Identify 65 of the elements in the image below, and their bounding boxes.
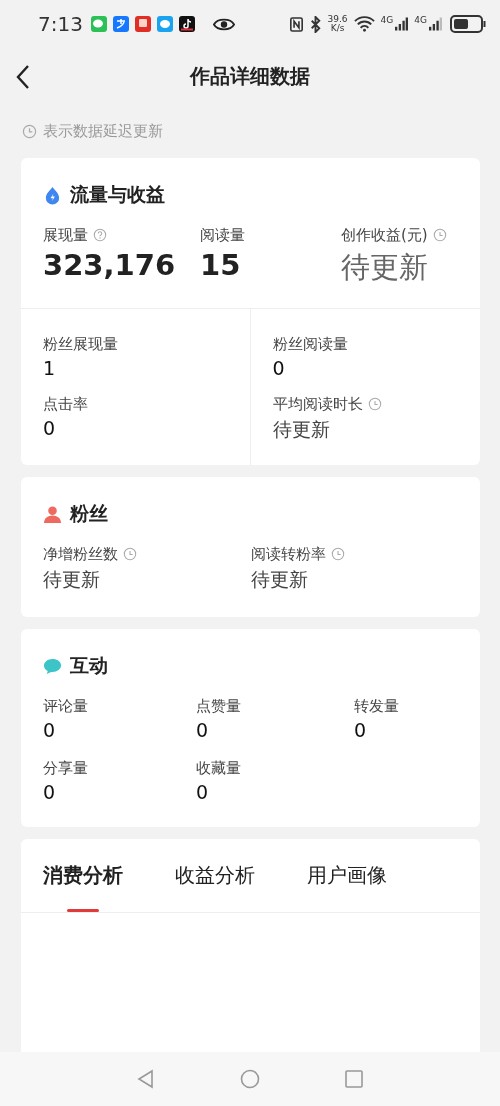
metric-label: 分享量 [43,758,88,778]
nfc-icon [289,15,303,33]
signal-icon [395,17,409,31]
analysis-tab[interactable]: 消费分析 [43,839,123,912]
network-type: 4G [414,15,427,25]
status-time: 7:13 [38,12,83,36]
section-title: 流量与收益 [70,182,165,207]
metric-label: 粉丝展现量 [43,334,118,354]
metric-label: 点击率 [43,394,88,414]
metric-label: 创作收益(元) [341,225,428,245]
metric-label: 收藏量 [196,758,241,778]
metric-label: 评论量 [43,696,88,716]
metric-label: 展现量 [43,225,88,245]
metric-label: 平均阅读时长 [272,394,363,414]
chat-app-icon [90,16,107,32]
metric-label: 阅读量 [200,225,245,245]
recents-nav-icon[interactable] [344,1069,364,1089]
signal-icon [429,17,442,31]
metric-value: 0 [43,719,57,741]
shopping-app-icon [134,16,151,32]
metric-value: 0 [354,719,368,741]
metric-label: 阅读转粉率 [250,544,326,564]
metric-label: 点赞量 [196,696,241,716]
metric-value: 15 [200,248,242,282]
metric-label: 净增粉丝数 [43,544,118,564]
metric-value: 待更新 [43,567,101,592]
section-title: 互动 [70,653,108,678]
metric-value: 待更新 [250,567,309,592]
bluetooth-icon [308,15,322,33]
speed-value: 39.6 [327,15,348,24]
speed-unit: K/s [330,24,345,33]
metric-value: 323,176 [43,248,177,282]
metric-value: 0 [196,781,210,803]
page-title: 作品详细数据 [190,62,310,90]
back-nav-icon[interactable] [136,1069,156,1089]
help-icon[interactable] [93,228,107,242]
analysis-tab[interactable]: 收益分析 [175,839,255,912]
metric-value: 0 [43,417,57,439]
person-icon [43,504,62,524]
metric-label: 转发量 [354,696,399,716]
message-app-icon [156,16,173,32]
metric-value: 待更新 [341,249,429,286]
wifi-icon [353,16,375,32]
metric-value: 1 [43,357,57,379]
clock-icon [432,228,447,242]
section-title: 粉丝 [70,501,108,526]
metric-label: 粉丝阅读量 [272,334,348,354]
analysis-tab[interactable]: 用户画像 [307,839,387,912]
delay-note: 表示数据延迟更新 [43,121,163,141]
metric-value: 0 [272,357,286,379]
metric-value: 0 [43,781,57,803]
metric-value: 待更新 [272,417,331,442]
network-type: 4G [380,15,394,25]
speech-bubble-icon [43,656,62,676]
clock-icon [123,547,137,561]
home-nav-icon[interactable] [240,1069,260,1089]
clock-icon [330,547,345,561]
clock-icon [367,397,382,411]
battery-icon [450,15,486,33]
metric-value: 0 [196,719,210,741]
eye-icon [212,16,235,32]
lightning-drop-icon [43,185,62,205]
music-note-app-icon [178,16,195,32]
clock-icon [22,123,37,139]
payment-app-icon [112,16,129,32]
